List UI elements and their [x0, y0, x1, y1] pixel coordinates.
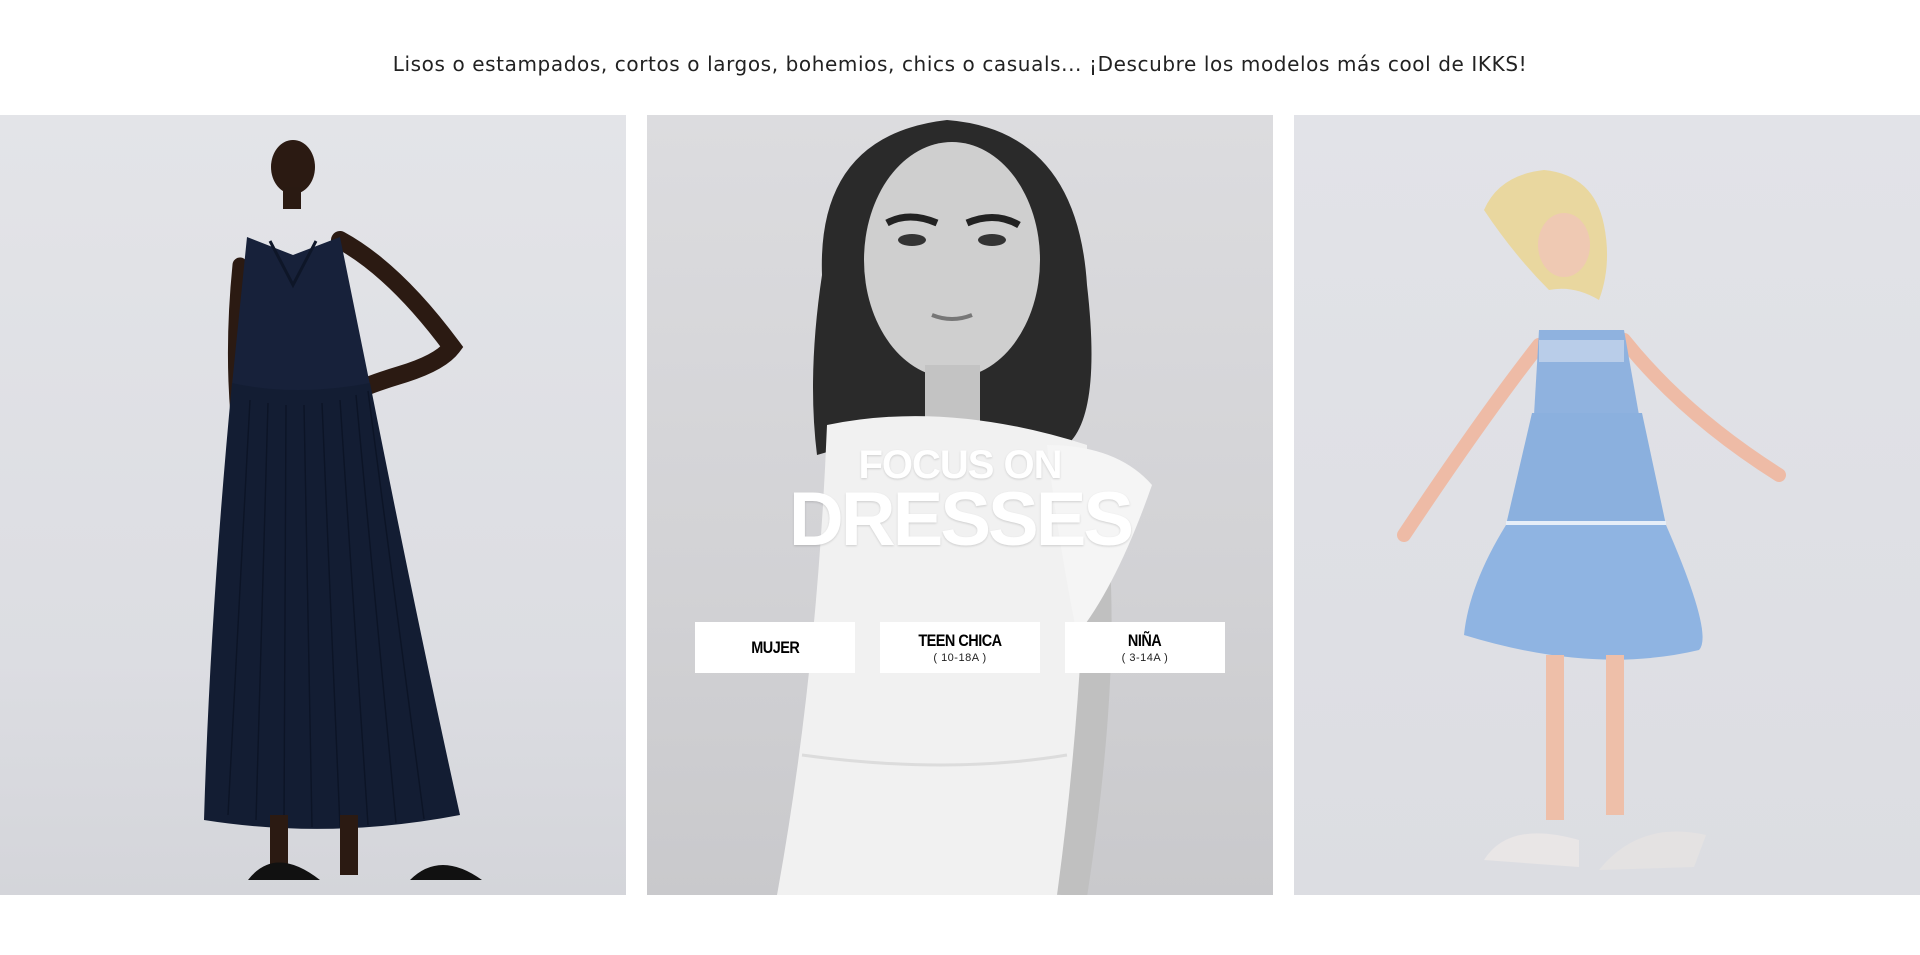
teen-chica-button[interactable]: TEEN CHICA ( 10-18A ) — [880, 622, 1040, 673]
nina-age-range: ( 3-14A ) — [1121, 652, 1169, 664]
girl-dress-image[interactable] — [1294, 115, 1920, 895]
focus-on-dresses-banner: FOCUS ON DRESSES MUJER TEEN CHICA ( 10-1… — [647, 115, 1273, 895]
teen-chica-button-label: TEEN CHICA — [918, 631, 1002, 650]
young-girl-illustration — [1397, 170, 1786, 870]
headline-dresses: DRESSES — [788, 477, 1134, 562]
woman-figure-illustration — [204, 140, 482, 880]
nina-button-label: NIÑA — [1128, 631, 1162, 650]
nina-button[interactable]: NIÑA ( 3-14A ) — [1065, 622, 1225, 673]
intro-text: Lisos o estampados, cortos o largos, boh… — [392, 52, 1528, 76]
women-dress-image[interactable] — [0, 115, 626, 895]
mujer-button[interactable]: MUJER — [695, 622, 855, 673]
teen-chica-age-range: ( 10-18A ) — [933, 652, 987, 664]
mujer-button-label: MUJER — [750, 637, 800, 657]
